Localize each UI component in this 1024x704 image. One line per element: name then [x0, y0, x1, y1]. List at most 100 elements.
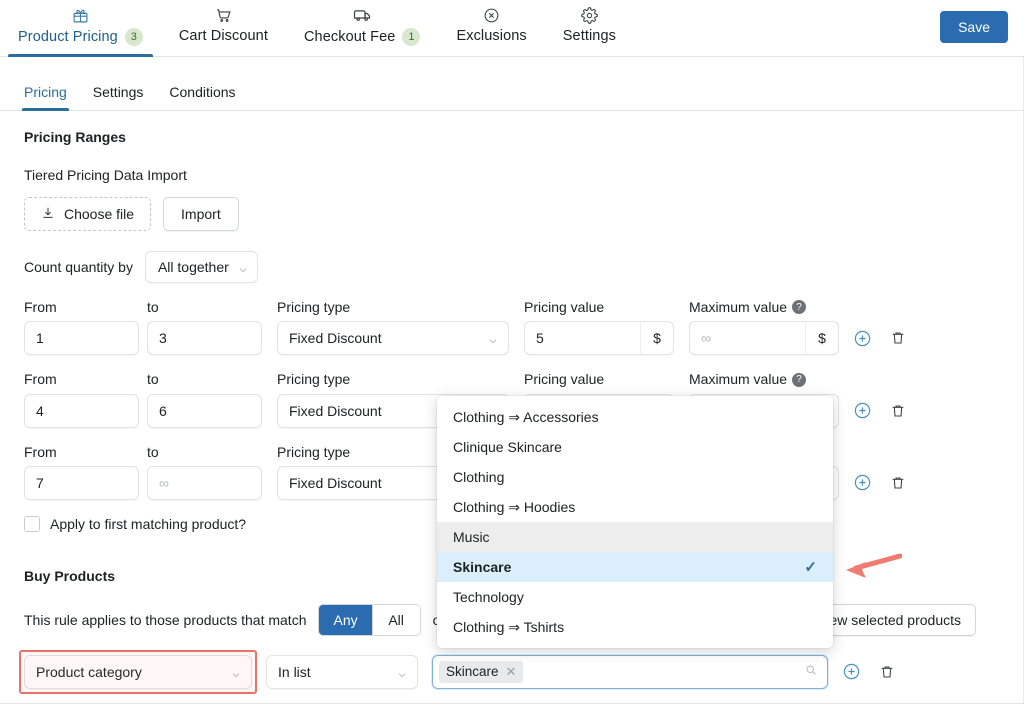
main-tabs: Product Pricing 3 Cart Discount Checkout…: [0, 0, 634, 57]
label-pricing-type: Pricing type: [277, 299, 351, 316]
active-tab-underline: [8, 54, 153, 57]
match-all-option[interactable]: All: [371, 604, 420, 635]
add-row-button[interactable]: [853, 401, 872, 420]
add-row-button[interactable]: [853, 473, 872, 492]
dropdown-option[interactable]: Clothing: [437, 462, 833, 492]
tab-product-pricing[interactable]: Product Pricing 3: [0, 0, 161, 57]
subtab-conditions[interactable]: Conditions: [169, 73, 235, 111]
delete-row-button[interactable]: [890, 475, 906, 491]
add-row-button[interactable]: [853, 329, 872, 348]
condition-row: Product category In list Skincare ✕: [19, 649, 1000, 694]
apply-first-matching-checkbox[interactable]: [24, 515, 40, 532]
subtab-settings[interactable]: Settings: [93, 73, 144, 111]
condition-field-select[interactable]: Product category: [24, 654, 252, 689]
pricing-type-select[interactable]: Fixed Discount: [277, 321, 509, 356]
to-input[interactable]: [147, 465, 262, 500]
help-icon[interactable]: ?: [792, 372, 807, 387]
tab-exclusions[interactable]: Exclusions: [438, 0, 544, 57]
dropdown-option[interactable]: Clothing ⇒ Tshirts: [437, 612, 833, 642]
count-quantity-row: Count quantity by All together: [24, 251, 1000, 283]
subtab-pricing[interactable]: Pricing: [22, 73, 69, 111]
dropdown-option-label: Music: [453, 529, 490, 545]
to-input[interactable]: [147, 393, 262, 428]
tab-label: Product Pricing: [18, 29, 118, 45]
label-from: From: [24, 299, 57, 316]
sub-tabs: Pricing Settings Conditions: [0, 73, 1024, 111]
chevron-down-icon: [231, 667, 241, 677]
save-button[interactable]: Save: [940, 11, 1008, 43]
delete-condition-button[interactable]: [879, 664, 895, 680]
dropdown-option-hovered[interactable]: Music: [437, 522, 833, 552]
circle-x-icon: [483, 5, 500, 25]
maximum-value-field: $: [689, 321, 839, 356]
help-icon[interactable]: ?: [792, 300, 807, 315]
chevron-down-icon: [397, 667, 407, 677]
maximum-value-input[interactable]: [689, 321, 805, 356]
pricing-row-1: From to Pricing type Pricing value Maxim…: [24, 299, 1000, 356]
truck-icon: [353, 5, 371, 25]
tab-checkout-fee[interactable]: Checkout Fee 1: [286, 0, 438, 57]
dropdown-option[interactable]: Technology: [437, 582, 833, 612]
tag-remove-icon[interactable]: ✕: [506, 665, 517, 678]
condition-operator-select[interactable]: In list: [266, 654, 418, 689]
pricing-type-value: Fixed Discount: [289, 330, 382, 347]
choose-file-button[interactable]: Choose file: [24, 197, 152, 231]
condition-field-value: Product category: [36, 663, 142, 680]
dropdown-option[interactable]: Clothing ⇒ Hoodies: [437, 492, 833, 522]
condition-tag-input[interactable]: Skincare ✕: [432, 654, 828, 689]
count-quantity-select[interactable]: All together: [144, 251, 258, 283]
check-icon: ✓: [804, 559, 817, 576]
label-maximum-value: Maximum value?: [689, 371, 839, 387]
import-button[interactable]: Import: [163, 197, 239, 231]
pricing-ranges-title: Pricing Ranges: [24, 129, 126, 145]
label-pricing-value: Pricing value: [524, 299, 605, 316]
delete-row-button[interactable]: [890, 330, 906, 346]
file-import-row: Choose file Import: [24, 197, 1000, 231]
gear-icon: [581, 5, 598, 25]
search-icon: [805, 663, 817, 681]
label-from: From: [24, 443, 57, 460]
currency-suffix: $: [805, 321, 839, 356]
match-any-option[interactable]: Any: [319, 604, 372, 635]
tag-chip-label: Skincare: [446, 664, 499, 680]
label-to: to: [147, 299, 159, 316]
choose-file-label: Choose file: [64, 206, 135, 222]
label-pricing-type: Pricing type: [277, 371, 351, 388]
tab-label: Settings: [562, 28, 616, 44]
tab-label: Cart Discount: [178, 28, 268, 44]
from-input[interactable]: [24, 465, 139, 500]
download-icon: [41, 206, 55, 223]
delete-row-button[interactable]: [890, 403, 906, 419]
tab-settings[interactable]: Settings: [545, 0, 634, 57]
tab-label: Exclusions: [456, 28, 527, 44]
dropdown-option-label: Skincare: [453, 559, 512, 575]
condition-operator-wrapper: In list: [266, 654, 418, 689]
from-input[interactable]: [24, 321, 139, 356]
add-condition-button[interactable]: [842, 662, 861, 681]
dropdown-option-label: Clothing ⇒ Hoodies: [453, 498, 576, 515]
category-dropdown-list[interactable]: Clothing ⇒ Accessories Clinique Skincare…: [437, 396, 833, 648]
tab-label: Checkout Fee: [303, 29, 396, 45]
chevron-down-icon: [488, 333, 498, 344]
top-navigation-bar: Product Pricing 3 Cart Discount Checkout…: [0, 0, 1024, 57]
pricing-value-input[interactable]: [524, 321, 640, 356]
dropdown-option[interactable]: Clinique Skincare: [437, 432, 833, 462]
dropdown-option-selected[interactable]: Skincare ✓: [437, 552, 833, 582]
tab-cart-discount[interactable]: Cart Discount: [161, 0, 286, 57]
tab-badge: 1: [402, 28, 421, 46]
tiered-import-label: Tiered Pricing Data Import: [24, 167, 187, 183]
condition-tags-wrapper: Skincare ✕: [432, 654, 828, 689]
from-input[interactable]: [24, 393, 139, 428]
dropdown-option-label: Clinique Skincare: [453, 439, 562, 455]
condition-row-actions: [842, 662, 895, 681]
label-maximum-value: Maximum value?: [689, 299, 839, 315]
label-pricing-value: Pricing value: [524, 371, 605, 388]
apply-first-matching-label: Apply to first matching product?: [50, 515, 247, 532]
pricing-type-value: Fixed Discount: [289, 474, 382, 491]
label-to: to: [147, 371, 159, 388]
currency-suffix: $: [640, 321, 674, 356]
dropdown-option[interactable]: Clothing ⇒ Accessories: [437, 402, 833, 432]
to-input[interactable]: [147, 321, 262, 356]
pricing-type-value: Fixed Discount: [289, 402, 382, 419]
pricing-row-labels: From to Pricing type Pricing value Maxim…: [24, 299, 1000, 315]
